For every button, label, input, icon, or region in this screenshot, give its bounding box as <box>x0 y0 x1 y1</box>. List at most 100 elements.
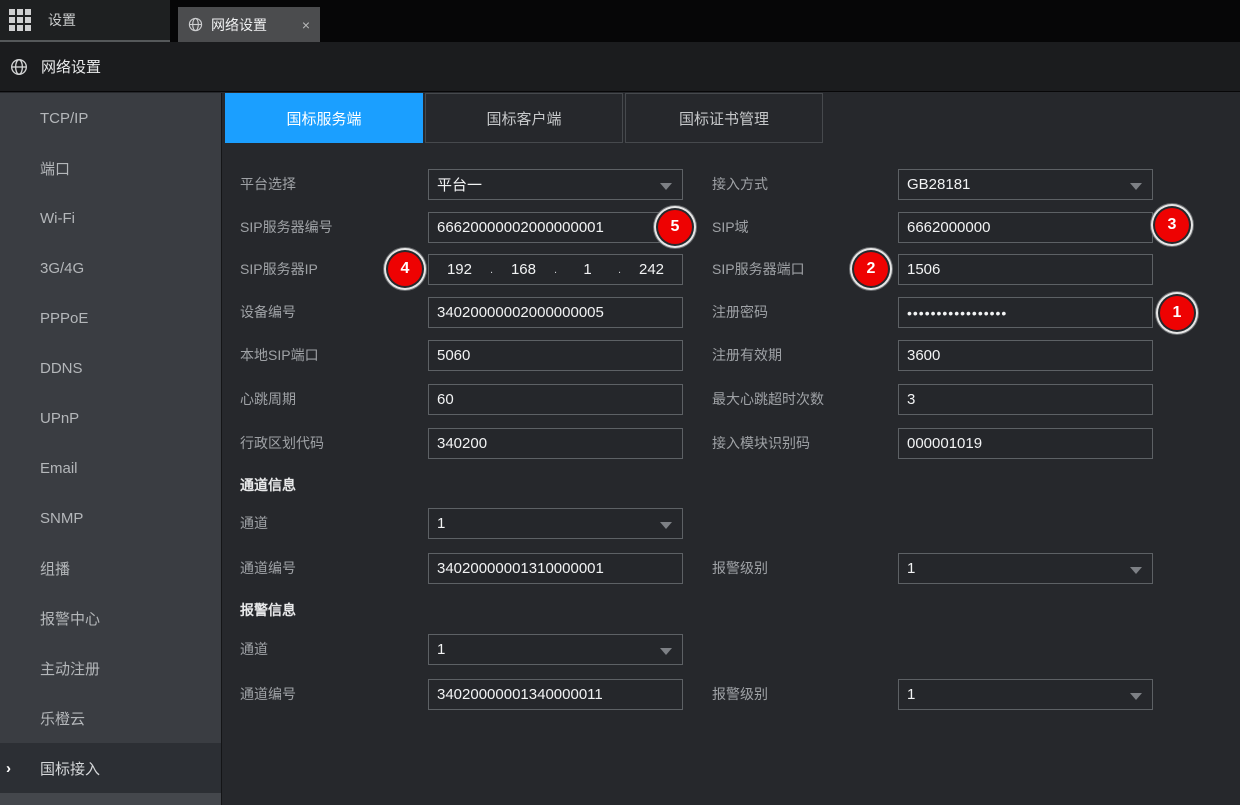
alarm-channel-select[interactable]: 1 <box>428 634 683 665</box>
chevron-down-icon <box>660 648 672 655</box>
content-panel: 国标服务端 国标客户端 国标证书管理 平台选择 平台一 接入方式 GB28181… <box>223 93 1240 805</box>
window-tab-network-settings-label: 网络设置 <box>211 15 267 35</box>
ip-octet-1[interactable]: 192 <box>429 261 490 278</box>
access-mode-value: GB28181 <box>907 176 970 193</box>
sidebar-item-multicast[interactable]: 组播 <box>0 543 221 593</box>
sidebar-item-auto-register[interactable]: 主动注册 <box>0 643 221 693</box>
access-mode-select[interactable]: GB28181 <box>898 169 1153 200</box>
platform-select[interactable]: 平台一 <box>428 169 683 200</box>
admin-region-code-label: 行政区划代码 <box>240 428 324 459</box>
register-valid-period-input[interactable]: 3600 <box>898 340 1153 371</box>
alarm-level-label: 报警级别 <box>712 553 768 584</box>
sip-server-port-value: 1506 <box>907 261 940 278</box>
sidebar-bottom-strip <box>0 793 221 805</box>
window-tab-network-settings[interactable]: 网络设置 × <box>178 7 320 42</box>
channel-select[interactable]: 1 <box>428 508 683 539</box>
chevron-down-icon <box>660 183 672 190</box>
sidebar-item-upnp[interactable]: UPnP <box>0 393 221 443</box>
sidebar-item-alarm-center[interactable]: 报警中心 <box>0 593 221 643</box>
apps-grid-icon[interactable] <box>9 9 31 31</box>
tab-gb-client[interactable]: 国标客户端 <box>425 93 623 143</box>
alarm-channel-id-input[interactable]: 34020000001340000011 <box>428 679 683 710</box>
chevron-down-icon <box>1130 693 1142 700</box>
sip-domain-value: 6662000000 <box>907 219 990 236</box>
chevron-right-icon: › <box>6 760 11 777</box>
alarm-level-select[interactable]: 1 <box>898 553 1153 584</box>
window-tab-settings[interactable]: 设置 <box>0 0 170 42</box>
close-icon[interactable]: × <box>302 18 310 32</box>
local-sip-port-input[interactable]: 5060 <box>428 340 683 371</box>
sidebar-item-pppoe[interactable]: PPPoE <box>0 293 221 343</box>
annotation-badge-5: 5 <box>658 210 692 244</box>
device-id-label: 设备编号 <box>240 297 296 328</box>
sidebar-item-lechange-cloud[interactable]: 乐橙云 <box>0 693 221 743</box>
channel-value: 1 <box>437 515 445 532</box>
annotation-badge-3: 3 <box>1155 208 1189 242</box>
register-valid-period-label: 注册有效期 <box>712 340 782 371</box>
sidebar-item-label: 主动注册 <box>40 658 100 679</box>
sidebar-item-wifi[interactable]: Wi-Fi <box>0 193 221 243</box>
sip-server-id-label: SIP服务器编号 <box>240 212 333 243</box>
sidebar-item-label: 乐橙云 <box>40 708 85 729</box>
alarm-level-label-2: 报警级别 <box>712 679 768 710</box>
admin-region-code-input[interactable]: 340200 <box>428 428 683 459</box>
device-id-input[interactable]: 34020000002000000005 <box>428 297 683 328</box>
alarm-level-value: 1 <box>907 560 915 577</box>
max-heartbeat-timeout-label: 最大心跳超时次数 <box>712 384 824 415</box>
channel-id-input[interactable]: 34020000001310000001 <box>428 553 683 584</box>
sidebar-item-label: Wi-Fi <box>40 210 75 227</box>
access-module-id-input[interactable]: 000001019 <box>898 428 1153 459</box>
channel-id-label: 通道编号 <box>240 553 296 584</box>
access-module-id-label: 接入模块识别码 <box>712 428 810 459</box>
sidebar-item-label: 端口 <box>40 158 70 179</box>
register-password-label: 注册密码 <box>712 297 768 328</box>
sidebar-item-label: 组播 <box>40 558 70 579</box>
register-password-input[interactable]: ••••••••••••••••• <box>898 297 1153 328</box>
sip-server-id-input[interactable]: 66620000002000000001 <box>428 212 683 243</box>
ip-octet-2[interactable]: 168 <box>493 261 554 278</box>
sip-server-port-label: SIP服务器端口 <box>712 254 805 285</box>
device-id-value: 34020000002000000005 <box>437 304 604 321</box>
sip-server-port-input[interactable]: 1506 <box>898 254 1153 285</box>
chevron-down-icon <box>1130 567 1142 574</box>
sidebar-item-gb28181-access[interactable]: › 国标接入 <box>0 743 221 793</box>
top-window-bar: 设置 网络设置 × <box>0 0 1240 42</box>
chevron-down-icon <box>1130 183 1142 190</box>
sidebar-item-3g4g[interactable]: 3G/4G <box>0 243 221 293</box>
sidebar-item-port[interactable]: 端口 <box>0 143 221 193</box>
sidebar-item-label: 报警中心 <box>40 608 100 629</box>
window-tab-settings-label: 设置 <box>48 10 76 30</box>
sidebar: TCP/IP 端口 Wi-Fi 3G/4G PPPoE DDNS UPnP Em… <box>0 93 222 805</box>
ip-octet-3[interactable]: 1 <box>557 261 618 278</box>
sidebar-item-label: 3G/4G <box>40 260 84 277</box>
max-heartbeat-timeout-value: 3 <box>907 391 915 408</box>
sidebar-item-label: PPPoE <box>40 310 88 327</box>
sidebar-item-tcpip[interactable]: TCP/IP <box>0 93 221 143</box>
sip-server-ip-input[interactable]: 192 . 168 . 1 . 242 <box>428 254 683 285</box>
max-heartbeat-timeout-input[interactable]: 3 <box>898 384 1153 415</box>
annotation-badge-2: 2 <box>854 252 888 286</box>
access-module-id-value: 000001019 <box>907 435 982 452</box>
sip-server-id-value: 66620000002000000001 <box>437 219 604 236</box>
annotation-badge-1: 1 <box>1160 296 1194 330</box>
heartbeat-period-input[interactable]: 60 <box>428 384 683 415</box>
alarm-info-section-title: 报警信息 <box>240 600 296 620</box>
tab-gb-server[interactable]: 国标服务端 <box>225 93 423 143</box>
sidebar-item-label: UPnP <box>40 410 79 427</box>
channel-id-value: 34020000001310000001 <box>437 560 604 577</box>
tab-gb-certificate[interactable]: 国标证书管理 <box>625 93 823 143</box>
alarm-level-value-2: 1 <box>907 686 915 703</box>
sidebar-item-snmp[interactable]: SNMP <box>0 493 221 543</box>
sidebar-item-email[interactable]: Email <box>0 443 221 493</box>
page-title: 网络设置 <box>41 56 101 77</box>
sidebar-item-label: DDNS <box>40 360 83 377</box>
platform-value: 平台一 <box>437 174 482 195</box>
local-sip-port-label: 本地SIP端口 <box>240 340 319 371</box>
chevron-down-icon <box>660 522 672 529</box>
admin-region-code-value: 340200 <box>437 435 487 452</box>
sidebar-item-ddns[interactable]: DDNS <box>0 343 221 393</box>
ip-octet-4[interactable]: 242 <box>621 261 682 278</box>
sip-domain-label: SIP域 <box>712 212 749 243</box>
sip-domain-input[interactable]: 6662000000 <box>898 212 1153 243</box>
alarm-level-select-2[interactable]: 1 <box>898 679 1153 710</box>
